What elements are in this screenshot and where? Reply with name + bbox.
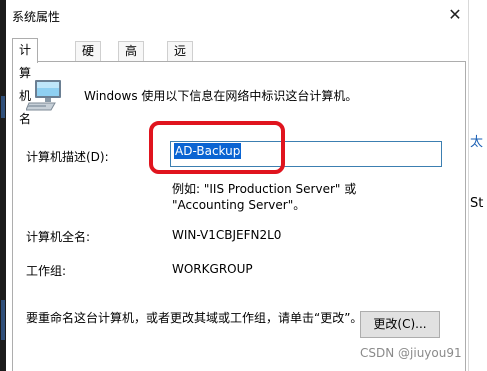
background-text-fragment: 太 xyxy=(470,135,484,150)
tab-advanced[interactable]: 高级 xyxy=(118,41,145,77)
rename-note: 要重命名这台计算机，或者更改其域或工作组，请单击“更改”。 xyxy=(26,311,363,325)
close-icon[interactable]: ✕ xyxy=(444,4,466,26)
full-name-value: WIN-V1CBJEFN2L0 xyxy=(172,228,282,242)
window-title: 系统属性 xyxy=(12,10,61,24)
tab-computer-name[interactable]: 计算机名 xyxy=(12,38,39,126)
tab-hardware[interactable]: 硬件 xyxy=(75,41,102,77)
background-block xyxy=(1,96,5,118)
computer-icon xyxy=(26,80,61,111)
title-bar[interactable]: 系统属性 ✕ xyxy=(6,0,468,30)
highlight-annotation xyxy=(149,121,285,174)
tab-remote[interactable]: 远程 xyxy=(167,41,194,77)
background-right-edge: 太 St xyxy=(468,0,487,371)
description-example: 例如: "IIS Production Server" 或 "Accountin… xyxy=(172,182,357,212)
system-properties-dialog: 系统属性 ✕ 计算机名 硬件 高级 远程 Windows 使用以下信息在网络中标… xyxy=(6,0,468,371)
background-block xyxy=(1,300,5,340)
description-label: 计算机描述(D): xyxy=(26,150,109,164)
full-name-label: 计算机全名: xyxy=(26,230,91,244)
background-text-fragment: St xyxy=(470,196,484,211)
workgroup-value: WORKGROUP xyxy=(172,262,253,276)
intro-text: Windows 使用以下信息在网络中标识这台计算机。 xyxy=(84,89,358,103)
watermark: CSDN @jiuyou91 xyxy=(360,346,462,360)
change-button[interactable]: 更改(C)... xyxy=(360,311,440,338)
workgroup-label: 工作组: xyxy=(26,264,67,278)
